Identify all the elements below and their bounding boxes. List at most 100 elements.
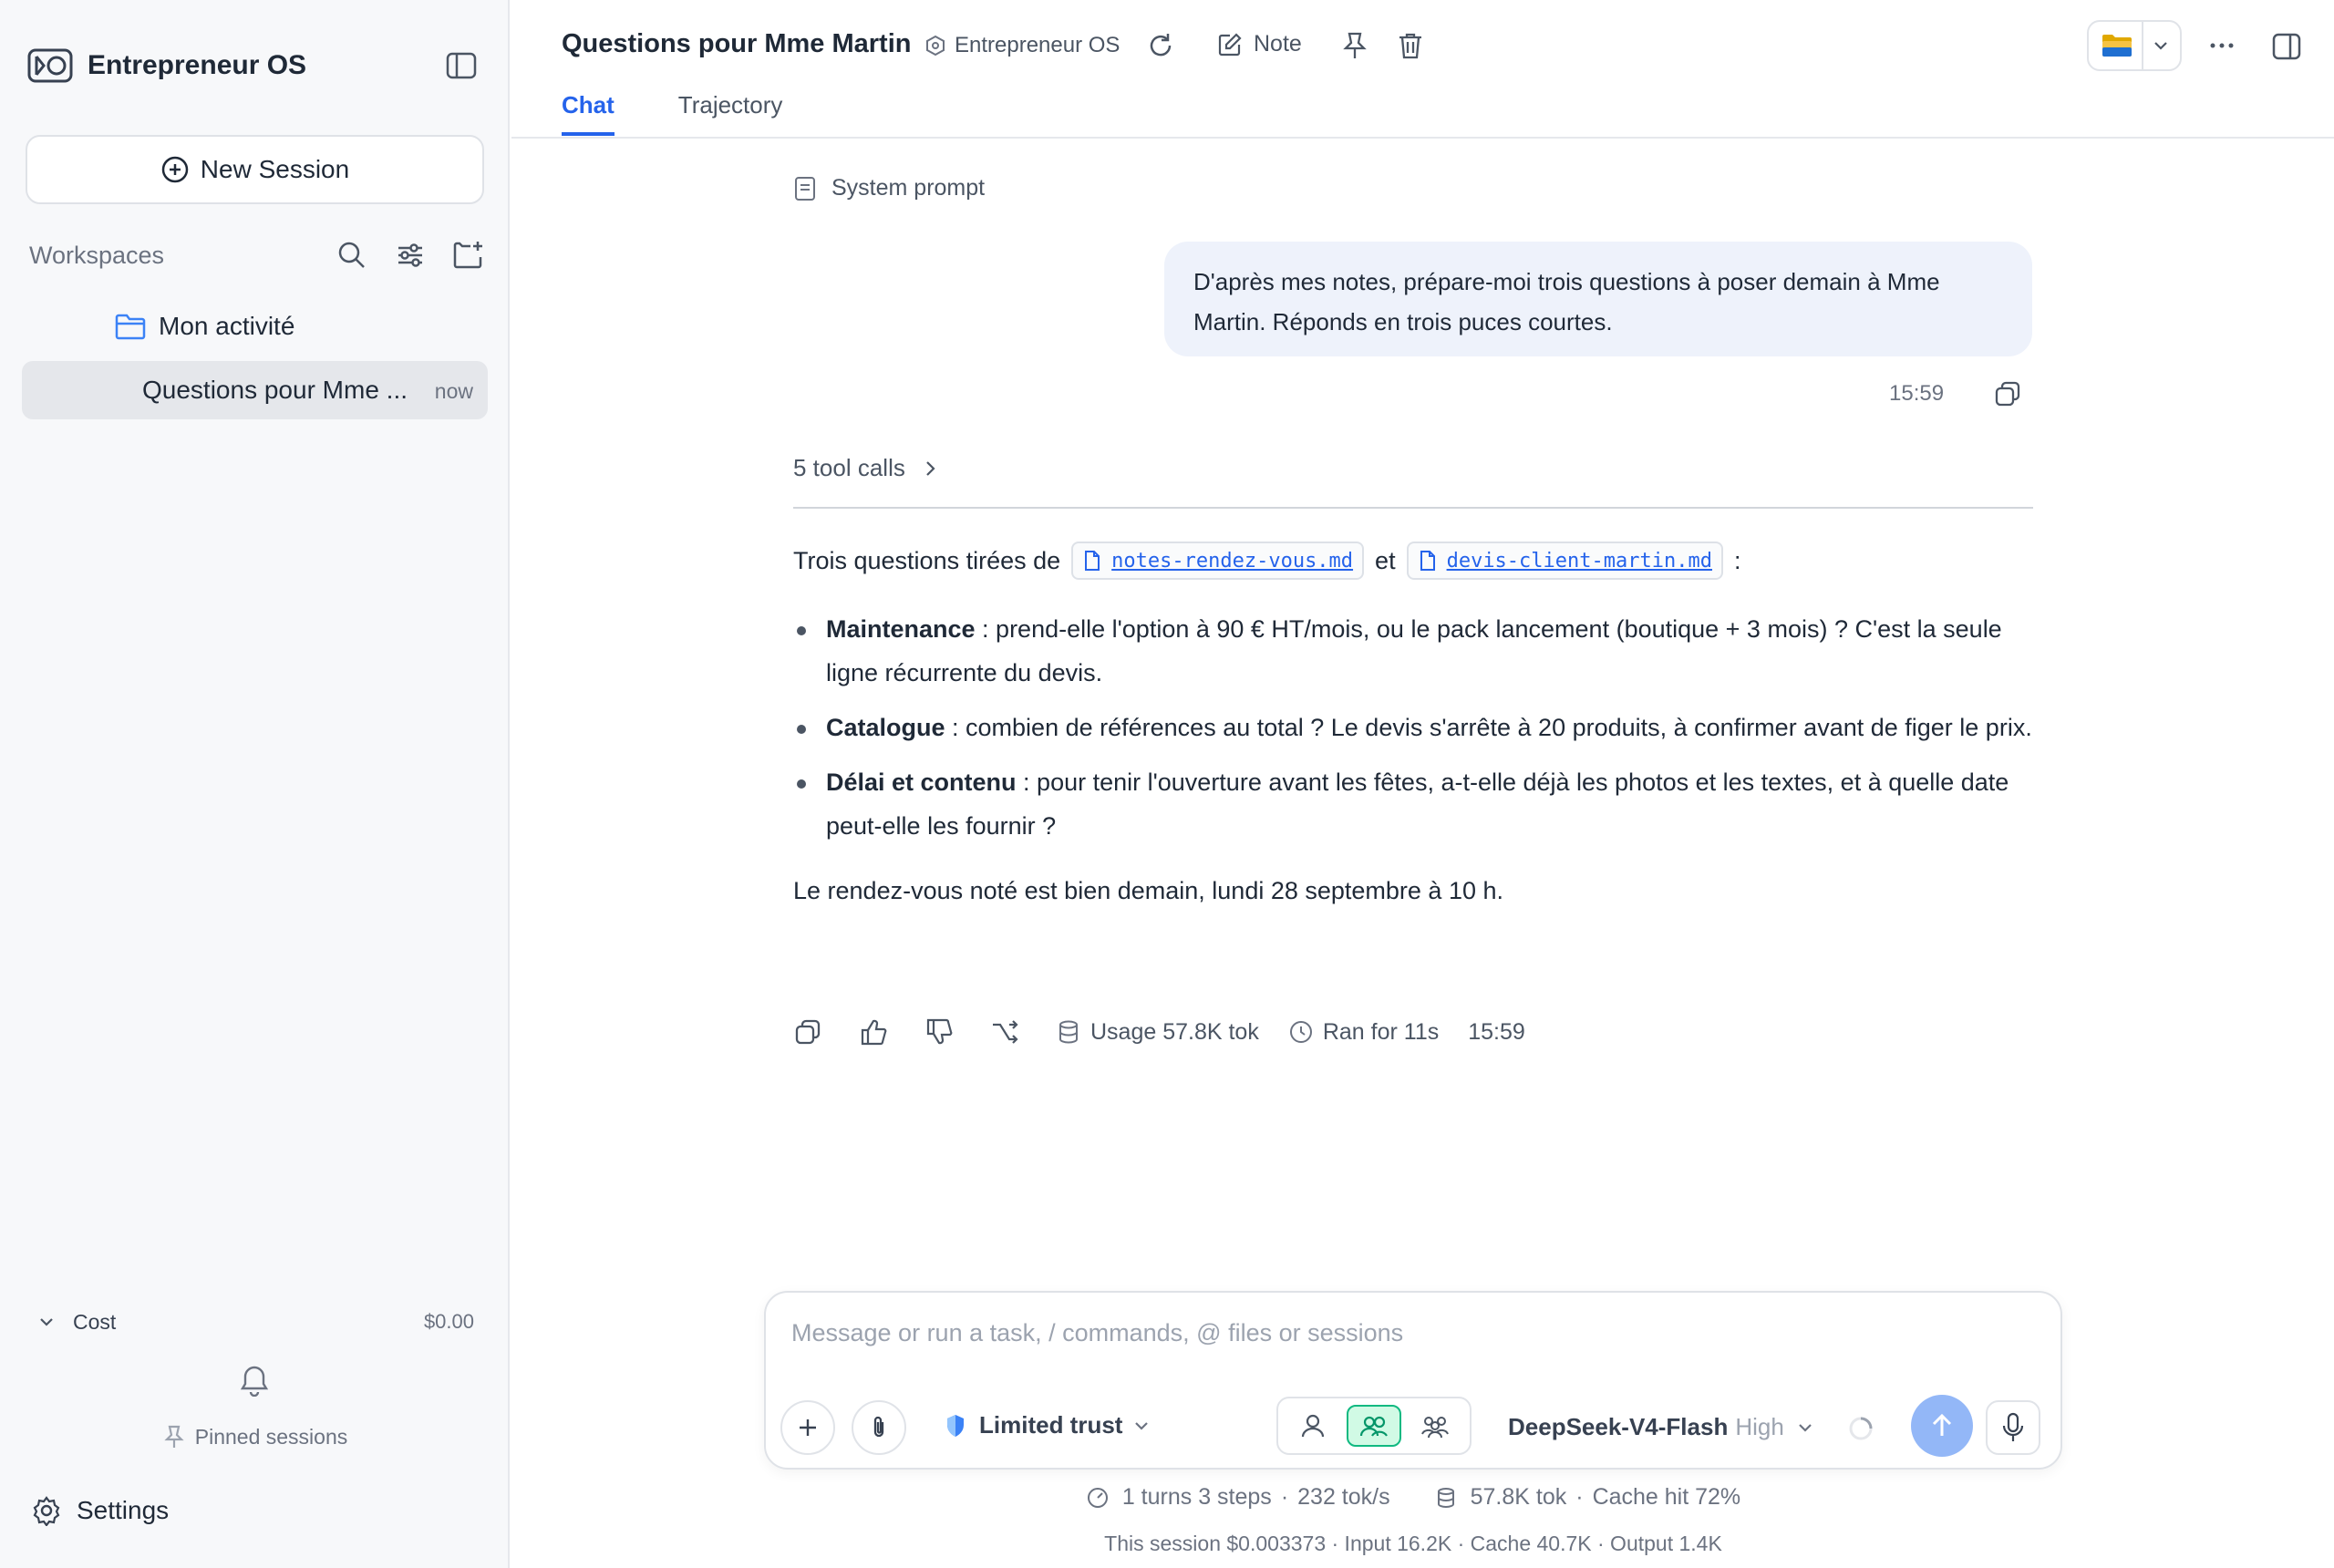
branch-icon[interactable] [990,1017,1019,1047]
note-label: Note [1254,31,1302,57]
settings-button[interactable]: Settings [31,1495,169,1526]
page-title: Questions pour Mme Martin [562,29,912,58]
session-time: now [434,379,473,403]
database-icon [1059,1020,1078,1044]
filter-sliders-icon[interactable] [394,239,427,272]
file-explorer-icon [2102,35,2132,57]
session-title: Questions pour Mme ... [142,376,408,404]
chevron-down-icon [2154,42,2167,50]
trust-selector[interactable]: Limited trust [945,1411,1152,1439]
new-session-label: New Session [200,155,350,183]
right-panel-toggle-icon[interactable] [2271,31,2302,62]
usage-info: Usage 57.8K tok [1056,1019,1259,1046]
intro-suffix: : [1733,546,1741,574]
model-selector[interactable]: DeepSeek-V4-Flash High [1508,1413,1815,1441]
turns-label: 1 turns 3 steps [1121,1484,1272,1510]
voice-button[interactable] [1986,1400,2040,1455]
tab-bar: Chat Trajectory [562,91,782,136]
message-time: 15:59 [1889,381,1945,406]
paperclip-icon [873,1416,884,1438]
tokens-label: 57.8K tok [1470,1484,1567,1510]
divider [793,507,2033,509]
tab-trajectory[interactable]: Trajectory [678,91,783,136]
new-session-button[interactable]: New Session [26,135,484,204]
list-item: Maintenance : prend-elle l'option à 90 €… [793,607,2033,695]
trust-label: Limited trust [979,1411,1123,1439]
workspace-link[interactable]: Entrepreneur OS [924,33,1120,58]
chevron-right-icon [926,460,935,476]
gear-icon [33,1496,60,1526]
runtime-label: Ran for 11s [1322,1018,1440,1045]
answer-list: Maintenance : prend-elle l'option à 90 €… [793,607,2033,848]
mode-team[interactable] [1409,1405,1462,1447]
tool-calls-label: 5 tool calls [793,454,905,481]
message-input[interactable] [791,1313,2031,1353]
plus-circle-icon [161,156,189,183]
workspace-icon [926,35,945,57]
speedometer-icon [1087,1487,1108,1508]
list-item: Délai et contenu : pour tenir l'ouvertur… [793,760,2033,848]
mode-single[interactable] [1286,1405,1339,1447]
folder-icon [115,314,146,340]
shield-icon [947,1414,964,1437]
more-icon[interactable] [2207,33,2236,58]
model-level: High [1735,1413,1784,1440]
database-icon [1437,1487,1454,1508]
cost-value: $0.00 [423,1310,474,1333]
attach-button[interactable] [852,1400,906,1455]
add-button[interactable] [780,1400,835,1455]
bell-icon[interactable] [239,1364,270,1397]
pin-icon [164,1425,184,1448]
file-icon [1085,551,1100,571]
new-folder-icon[interactable] [452,239,485,272]
tab-chat[interactable]: Chat [562,91,614,136]
system-prompt-toggle[interactable]: System prompt [793,175,985,201]
mode-pair[interactable] [1347,1405,1401,1447]
session-stats: 1 turns 3 steps · 232 tok/s 57.8K tok · … [764,1484,2062,1511]
team-icon [1421,1417,1450,1439]
search-icon[interactable] [336,239,368,272]
copy-icon[interactable] [1993,379,2022,408]
chevron-down-icon [40,1318,53,1326]
file-chip-notes[interactable]: notes-rendez-vous.md [1071,542,1365,580]
cost-label: Cost [73,1309,117,1334]
sidebar-toggle-icon[interactable] [445,49,478,82]
bullet-title: Catalogue [826,714,945,741]
thumbs-down-icon[interactable] [924,1017,954,1047]
chevron-down-icon [1799,1423,1812,1432]
workspace-folder[interactable]: Mon activité [115,308,294,345]
message-actions: Usage 57.8K tok Ran for 11s 15:59 [793,1014,1525,1050]
thumbs-up-icon[interactable] [859,1017,888,1047]
copy-icon[interactable] [793,1017,822,1047]
usage-label: Usage 57.8K tok [1090,1018,1259,1045]
refresh-icon[interactable] [1146,31,1175,60]
arrow-up-icon [1932,1413,1952,1436]
session-cost-line: This session $0.003373 · Input 16.2K · C… [1104,1532,1722,1555]
bullet-title: Maintenance [826,615,976,643]
bullet-title: Délai et contenu [826,769,1017,796]
note-button[interactable]: Note [1217,31,1302,57]
divider [2142,20,2143,71]
tool-calls-toggle[interactable]: 5 tool calls [793,454,940,482]
pinned-sessions: Pinned sessions [0,1424,510,1449]
trash-icon[interactable] [1397,31,1424,60]
assistant-message: Trois questions tirées de notes-rendez-v… [793,540,2033,912]
chat-header: Questions pour Mme Martin Entrepreneur O… [511,0,2334,139]
answer-time: 15:59 [1468,1018,1525,1045]
answer-outro: Le rendez-vous noté est bien demain, lun… [793,877,1504,904]
file-name: devis-client-martin.md [1446,549,1712,573]
plus-icon [800,1419,816,1436]
send-button[interactable] [1911,1395,1973,1457]
file-chip-devis[interactable]: devis-client-martin.md [1406,542,1723,580]
open-folder-dropdown[interactable] [2087,20,2182,71]
app-logo-icon [27,48,73,83]
session-item[interactable]: Questions pour Mme ... now [22,361,488,419]
pin-icon[interactable] [1341,31,1368,60]
answer-intro: Trois questions tirées de notes-rendez-v… [793,540,2033,582]
intro-prefix: Trois questions tirées de [793,546,1061,574]
folder-label: Mon activité [159,312,295,340]
list-item: Catalogue : combien de références au tot… [793,706,2033,749]
cost-toggle[interactable]: Cost $0.00 [36,1305,474,1338]
bullet-text: : prend-elle l'option à 90 € HT/mois, ou… [826,615,2002,686]
clock-icon [1289,1021,1312,1043]
